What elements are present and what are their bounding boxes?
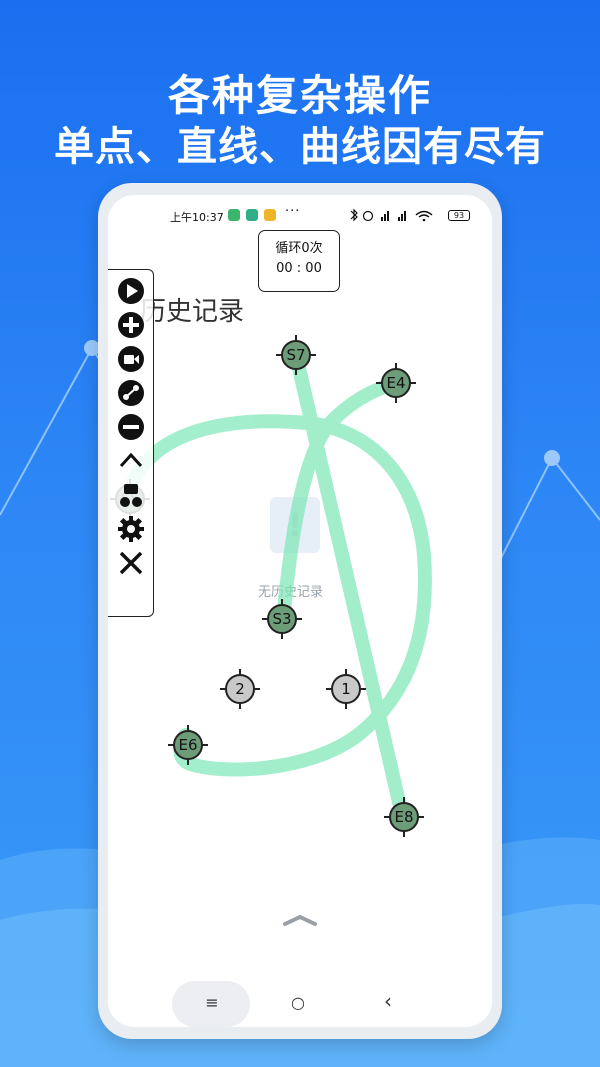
phone-screen: 上午10:37 ··· 93 循环0次 00 : 00 历史记录 ! 无历史记录 (108, 195, 492, 1027)
collapse-icon[interactable] (116, 446, 146, 476)
menu-button[interactable]: ≡ (200, 993, 224, 1012)
pull-up-handle-icon[interactable] (282, 913, 318, 927)
target-label: 1 (331, 674, 361, 704)
back-button[interactable]: ‹ (376, 989, 400, 1013)
record-icon[interactable] (116, 344, 146, 374)
floating-toolbar (108, 269, 154, 617)
share-icon[interactable] (116, 378, 146, 408)
gesture-target-s7[interactable]: S7 (276, 335, 316, 375)
tap-target-2[interactable]: 2 (220, 669, 260, 709)
system-navigation-bar: ≡ ○ ‹ (108, 981, 492, 1027)
tap-target-1[interactable]: 1 (326, 669, 366, 709)
script-icon[interactable] (116, 480, 146, 510)
gesture-target-e4[interactable]: E4 (376, 363, 416, 403)
target-label: E6 (173, 730, 203, 760)
target-label: S7 (281, 340, 311, 370)
add-icon[interactable] (116, 310, 146, 340)
play-icon[interactable] (116, 276, 146, 306)
phone-frame: 上午10:37 ··· 93 循环0次 00 : 00 历史记录 ! 无历史记录 (98, 183, 502, 1039)
target-label: E4 (381, 368, 411, 398)
promo-headline-line2: 单点、直线、曲线因有尽有 (54, 124, 546, 170)
target-label: S3 (267, 604, 297, 634)
gesture-target-e6[interactable]: E6 (168, 725, 208, 765)
close-icon[interactable] (116, 548, 146, 578)
target-label: E8 (389, 802, 419, 832)
home-button[interactable]: ○ (286, 993, 310, 1012)
target-label: 2 (225, 674, 255, 704)
gesture-target-e8[interactable]: E8 (384, 797, 424, 837)
remove-icon[interactable] (116, 412, 146, 442)
gesture-target-s3[interactable]: S3 (262, 599, 302, 639)
settings-icon[interactable] (116, 514, 146, 544)
